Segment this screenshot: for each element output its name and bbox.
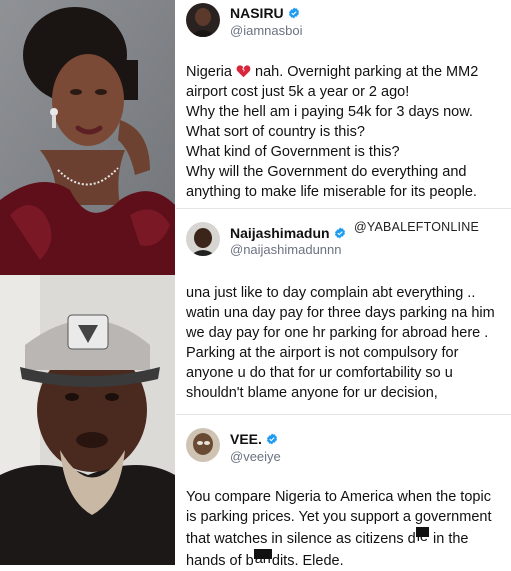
post-line: You compare Nigeria to America when the …: [186, 489, 491, 505]
post-line: Nigeria nah. Overnight parking at the MM…: [186, 62, 508, 82]
post-line-text: dits. Elede.: [271, 553, 344, 569]
post-line: Parking at the airport is not compulsory…: [186, 345, 459, 361]
verified-badge-icon: [288, 7, 299, 19]
man-photo-illustration: [0, 275, 175, 565]
post-line: hands of bandits. Elede.: [186, 549, 508, 571]
avatar-image: [186, 222, 220, 256]
post-line: we day pay for one hr parking for abroad…: [186, 325, 489, 341]
post-line-text: nah. Overnight parking at the MM2: [255, 64, 479, 80]
post-line: is parking prices. Yet you support a gov…: [186, 509, 492, 525]
post-line-text: Nigeria: [186, 64, 232, 80]
censor-bar: ie: [415, 527, 429, 545]
post-line-text: hands of b: [186, 553, 254, 569]
post-line: shouldn't blame anyone for ur decision,: [186, 385, 438, 401]
post-line: una just like to day complain abt everyt…: [186, 285, 476, 301]
post-author-handle[interactable]: @iamnasboi: [230, 23, 302, 38]
post-author-handle[interactable]: @veeiye: [230, 449, 281, 464]
author-name-text: Naijashimadun: [230, 225, 330, 241]
watermark: @YABALEFTONLINE: [354, 220, 479, 234]
post-line-text: in the: [429, 531, 469, 547]
broken-heart-icon: [236, 65, 251, 78]
post-line: What sort of country is this?: [186, 124, 365, 140]
author-name-text: VEE.: [230, 431, 262, 447]
post-line: that watches in silence as citizens die …: [186, 527, 508, 549]
post-line: anyone u do that for ur comfortability s…: [186, 365, 453, 381]
post-line: Why the hell am i paying 54k for 3 days …: [186, 104, 473, 120]
censor-bar: an: [253, 549, 272, 567]
post-body: You compare Nigeria to America when the …: [186, 487, 508, 571]
avatar-vee[interactable]: [186, 428, 220, 462]
woman-photo-illustration: [0, 0, 175, 275]
author-name-text: NASIRU: [230, 5, 284, 21]
verified-badge-icon: [334, 227, 345, 239]
post-line: What kind of Government is this?: [186, 144, 400, 160]
post-author-name[interactable]: NASIRU: [230, 5, 300, 21]
woman-photo: [0, 0, 175, 275]
verified-badge-icon: [266, 433, 277, 445]
post-body: Nigeria nah. Overnight parking at the MM…: [186, 62, 508, 202]
post-author-name[interactable]: VEE.: [230, 431, 278, 447]
post-line: anything to make life miserable for its …: [186, 184, 477, 200]
post-line-text: that watches in silence as citizens d: [186, 531, 416, 547]
post-line: airport cost just 5k a year or 2 ago!: [186, 84, 410, 100]
divider: [176, 208, 511, 209]
avatar-naijashimadun[interactable]: [186, 222, 220, 256]
avatar-nasiru[interactable]: [186, 3, 220, 37]
post-author-name[interactable]: Naijashimadun: [230, 225, 346, 241]
avatar-image: [186, 428, 220, 462]
man-photo: [0, 275, 175, 565]
divider: [176, 414, 511, 415]
post-author-handle[interactable]: @naijashimadunnn: [230, 242, 342, 257]
post-line: Why will the Government do everything an…: [186, 164, 467, 180]
post-line: watin una day pay for three days parking…: [186, 305, 495, 321]
avatar-image: [186, 3, 220, 37]
post-body: una just like to day complain abt everyt…: [186, 283, 508, 403]
